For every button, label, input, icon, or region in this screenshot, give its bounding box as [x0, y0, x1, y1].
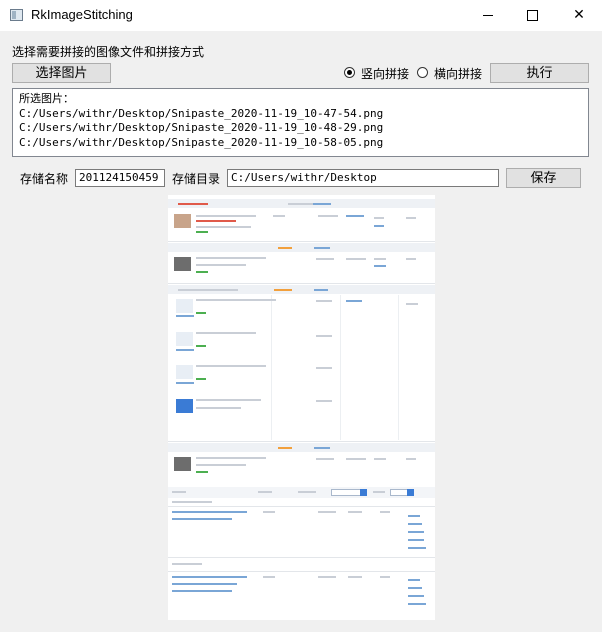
preview-order-header [168, 443, 435, 452]
save-dir-input[interactable]: C:/Users/withr/Desktop [227, 169, 499, 187]
window-title: RkImageStitching [31, 7, 133, 22]
selected-files-list[interactable]: 所选图片： C:/Users/withr/Desktop/Snipaste_20… [12, 88, 589, 157]
minimize-icon [483, 14, 493, 16]
maximize-button[interactable] [509, 0, 555, 31]
file-list-item: C:/Users/withr/Desktop/Snipaste_2020-11-… [19, 121, 384, 134]
file-list-header: 所选图片： [19, 92, 74, 105]
execute-button[interactable]: 执行 [490, 63, 589, 83]
title-bar: RkImageStitching ✕ [0, 0, 602, 31]
app-window-icon [10, 9, 23, 21]
horizontal-stitch-label[interactable]: 横向拼接 [434, 65, 482, 82]
stitched-image-preview [168, 195, 435, 620]
vertical-stitch-label[interactable]: 竖向拼接 [361, 65, 409, 82]
vertical-stitch-radio[interactable] [344, 67, 355, 78]
close-button[interactable]: ✕ [556, 0, 602, 31]
file-list-item: C:/Users/withr/Desktop/Snipaste_2020-11-… [19, 135, 384, 149]
close-icon: ✕ [573, 7, 585, 23]
preview-order-header [168, 243, 435, 252]
horizontal-stitch-radio[interactable] [417, 67, 428, 78]
save-name-input[interactable]: 201124150459 [75, 169, 165, 187]
instruction-label: 选择需要拼接的图像文件和拼接方式 [12, 45, 205, 59]
maximize-icon [526, 9, 538, 21]
save-button[interactable]: 保存 [506, 168, 581, 188]
save-dir-label: 存储目录 [172, 172, 221, 186]
save-name-label: 存储名称 [20, 172, 69, 186]
select-images-button[interactable]: 选择图片 [12, 63, 111, 83]
file-list-item: C:/Users/withr/Desktop/Snipaste_2020-11-… [19, 106, 384, 120]
minimize-button[interactable] [465, 0, 511, 31]
